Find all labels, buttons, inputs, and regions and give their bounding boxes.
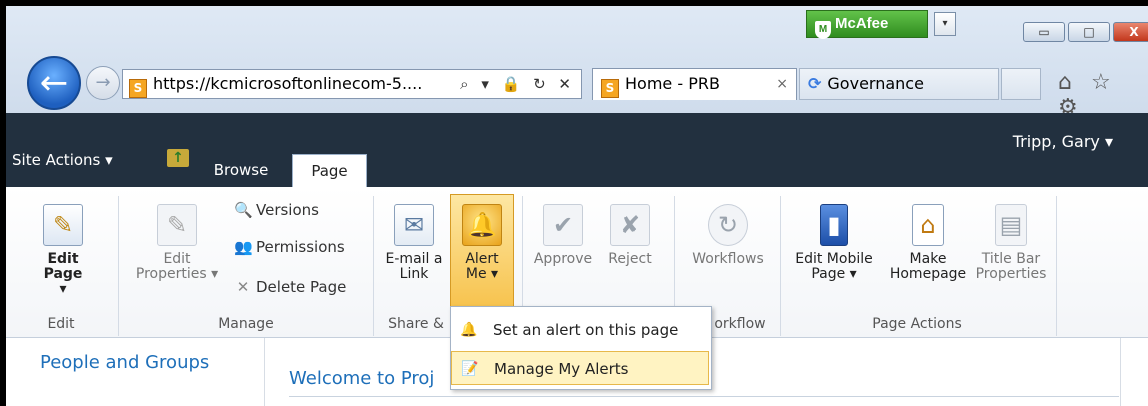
reject-icon: ✘ xyxy=(610,204,650,246)
content-divider xyxy=(289,396,1119,397)
page-title: Welcome to Proj xyxy=(289,368,435,389)
title-bar-properties-button[interactable]: ▤ Title Bar Properties xyxy=(972,204,1050,282)
group-workflow-label: orkflow xyxy=(714,316,766,332)
tab-page[interactable]: Page xyxy=(292,154,367,187)
tab-label: Home - PRB xyxy=(625,74,720,93)
maximize-button[interactable]: □ xyxy=(1068,22,1110,42)
site-actions-menu[interactable]: Site Actions ▾ xyxy=(12,151,113,169)
mcafee-label: McAfee xyxy=(835,15,889,32)
group-separator xyxy=(118,196,119,336)
tab-label: Governance xyxy=(827,74,924,93)
title-bar-label-1: Title Bar xyxy=(981,251,1041,267)
alert-me-button[interactable]: 🔔 Alert Me ▾ xyxy=(452,204,512,282)
bell-icon: 🔔 xyxy=(462,204,502,246)
edit-properties-label-1: Edit xyxy=(163,251,191,267)
alert-bell-icon: 🔔 xyxy=(460,322,478,338)
manage-alerts-icon: 📝 xyxy=(461,361,479,377)
sharepoint-favicon-icon: S xyxy=(129,79,147,98)
edit-page-arrow: ▾ xyxy=(59,281,67,297)
permissions-button[interactable]: 👥 Permissions xyxy=(234,237,345,257)
menu-item-label: Manage My Alerts xyxy=(494,360,629,378)
envelope-icon: ✉ xyxy=(394,204,434,246)
sharepoint-tab-icon: S xyxy=(601,79,619,98)
title-bar-label-2: Properties xyxy=(975,266,1047,282)
edit-page-icon: ✎ xyxy=(43,204,83,246)
approve-button[interactable]: ✔ Approve xyxy=(530,204,596,267)
tab-home-prb[interactable]: S Home - PRB × xyxy=(592,68,797,100)
permissions-label: Permissions xyxy=(256,238,345,256)
group-share-label: Share & xyxy=(388,316,444,332)
loading-icon: ⟳ xyxy=(808,74,822,93)
close-window-button[interactable]: X xyxy=(1113,22,1148,42)
tab-close-icon[interactable]: × xyxy=(776,69,788,99)
minimize-button[interactable]: ▭ xyxy=(1023,22,1065,42)
tab-browse[interactable]: Browse xyxy=(196,154,286,187)
alert-me-label-1: Alert xyxy=(465,251,499,267)
browser-window: M McAfee ▾ ▭ □ X ← → Shttps://kcmicrosoft… xyxy=(6,6,1148,406)
edit-properties-label-2: Properties ▾ xyxy=(135,266,219,282)
menu-item-manage-alerts[interactable]: 📝 Manage My Alerts xyxy=(451,351,709,385)
group-separator xyxy=(373,196,374,336)
group-edit-label: Edit xyxy=(47,316,75,332)
approve-icon: ✔ xyxy=(543,204,583,246)
edit-mobile-label-1: Edit Mobile xyxy=(795,251,873,267)
versions-icon: 🔍 xyxy=(234,201,253,219)
address-bar[interactable]: Shttps://kcmicrosoftonlinecom-5.... ⌕ ▾ … xyxy=(122,69,582,99)
people-and-groups-link[interactable]: People and Groups xyxy=(40,352,209,373)
nav-separator xyxy=(264,338,265,406)
alert-me-label-2: Me ▾ xyxy=(465,266,499,282)
user-menu[interactable]: Tripp, Gary ▾ xyxy=(1013,132,1113,151)
reject-button[interactable]: ✘ Reject xyxy=(600,204,660,267)
edit-mobile-page-button[interactable]: ▮ Edit Mobile Page ▾ xyxy=(786,204,882,282)
email-link-label-1: E-mail a xyxy=(385,251,443,267)
group-page-actions-label: Page Actions xyxy=(872,316,962,332)
delete-icon: ✕ xyxy=(236,278,250,296)
workflows-button[interactable]: ↻ Workflows xyxy=(682,204,774,267)
edit-page-button[interactable]: ✎ Edit Page ▾ xyxy=(30,204,96,297)
make-homepage-label-2: Homepage xyxy=(889,266,967,282)
delete-page-label: Delete Page xyxy=(256,278,347,296)
versions-label: Versions xyxy=(256,201,319,219)
content-right-border xyxy=(1120,338,1121,406)
title-bar-icon: ▤ xyxy=(995,204,1027,246)
mcafee-shield-icon: M xyxy=(815,21,831,39)
forward-button[interactable]: → xyxy=(86,66,120,100)
new-tab-button[interactable] xyxy=(1001,68,1041,100)
mcafee-dropdown-icon[interactable]: ▾ xyxy=(934,12,956,36)
mcafee-toolbar-button[interactable]: M McAfee xyxy=(806,10,928,39)
workflows-icon: ↻ xyxy=(708,204,748,246)
edit-properties-button[interactable]: ✎ Edit Properties ▾ xyxy=(128,204,226,282)
back-button[interactable]: ← xyxy=(27,56,81,110)
approve-label: Approve xyxy=(533,251,593,267)
group-manage-label: Manage xyxy=(218,316,274,332)
edit-mobile-label-2: Page ▾ xyxy=(811,266,857,282)
mobile-page-icon: ▮ xyxy=(820,204,848,246)
permissions-icon: 👥 xyxy=(234,238,253,256)
versions-button[interactable]: 🔍 Versions xyxy=(234,200,319,220)
edit-page-label: Edit Page xyxy=(43,251,83,282)
edit-properties-icon: ✎ xyxy=(157,204,197,246)
make-homepage-button[interactable]: ⌂ Make Homepage xyxy=(886,204,970,282)
menu-item-label: Set an alert on this page xyxy=(493,321,679,339)
address-url: https://kcmicrosoftonlinecom-5.... xyxy=(153,74,423,93)
workflows-label: Workflows xyxy=(692,251,764,267)
group-separator xyxy=(1056,196,1057,336)
make-homepage-label-1: Make xyxy=(909,251,947,267)
delete-page-button[interactable]: ✕ Delete Page xyxy=(234,277,347,297)
reject-label: Reject xyxy=(608,251,652,267)
home-icon: ⌂ xyxy=(912,204,944,246)
email-link-label-2: Link xyxy=(399,266,429,282)
tab-governance[interactable]: ⟳ Governance xyxy=(799,68,999,100)
menu-item-set-alert[interactable]: 🔔 Set an alert on this page xyxy=(451,313,709,347)
navigate-up-icon[interactable]: ↑ xyxy=(167,149,189,167)
group-separator xyxy=(780,196,781,336)
address-bar-icons[interactable]: ⌕ ▾ 🔒 ↻ ✕ xyxy=(460,70,575,98)
alert-me-menu: 🔔 Set an alert on this page 📝 Manage My Al… xyxy=(450,306,712,390)
email-link-button[interactable]: ✉ E-mail a Link xyxy=(381,204,447,282)
